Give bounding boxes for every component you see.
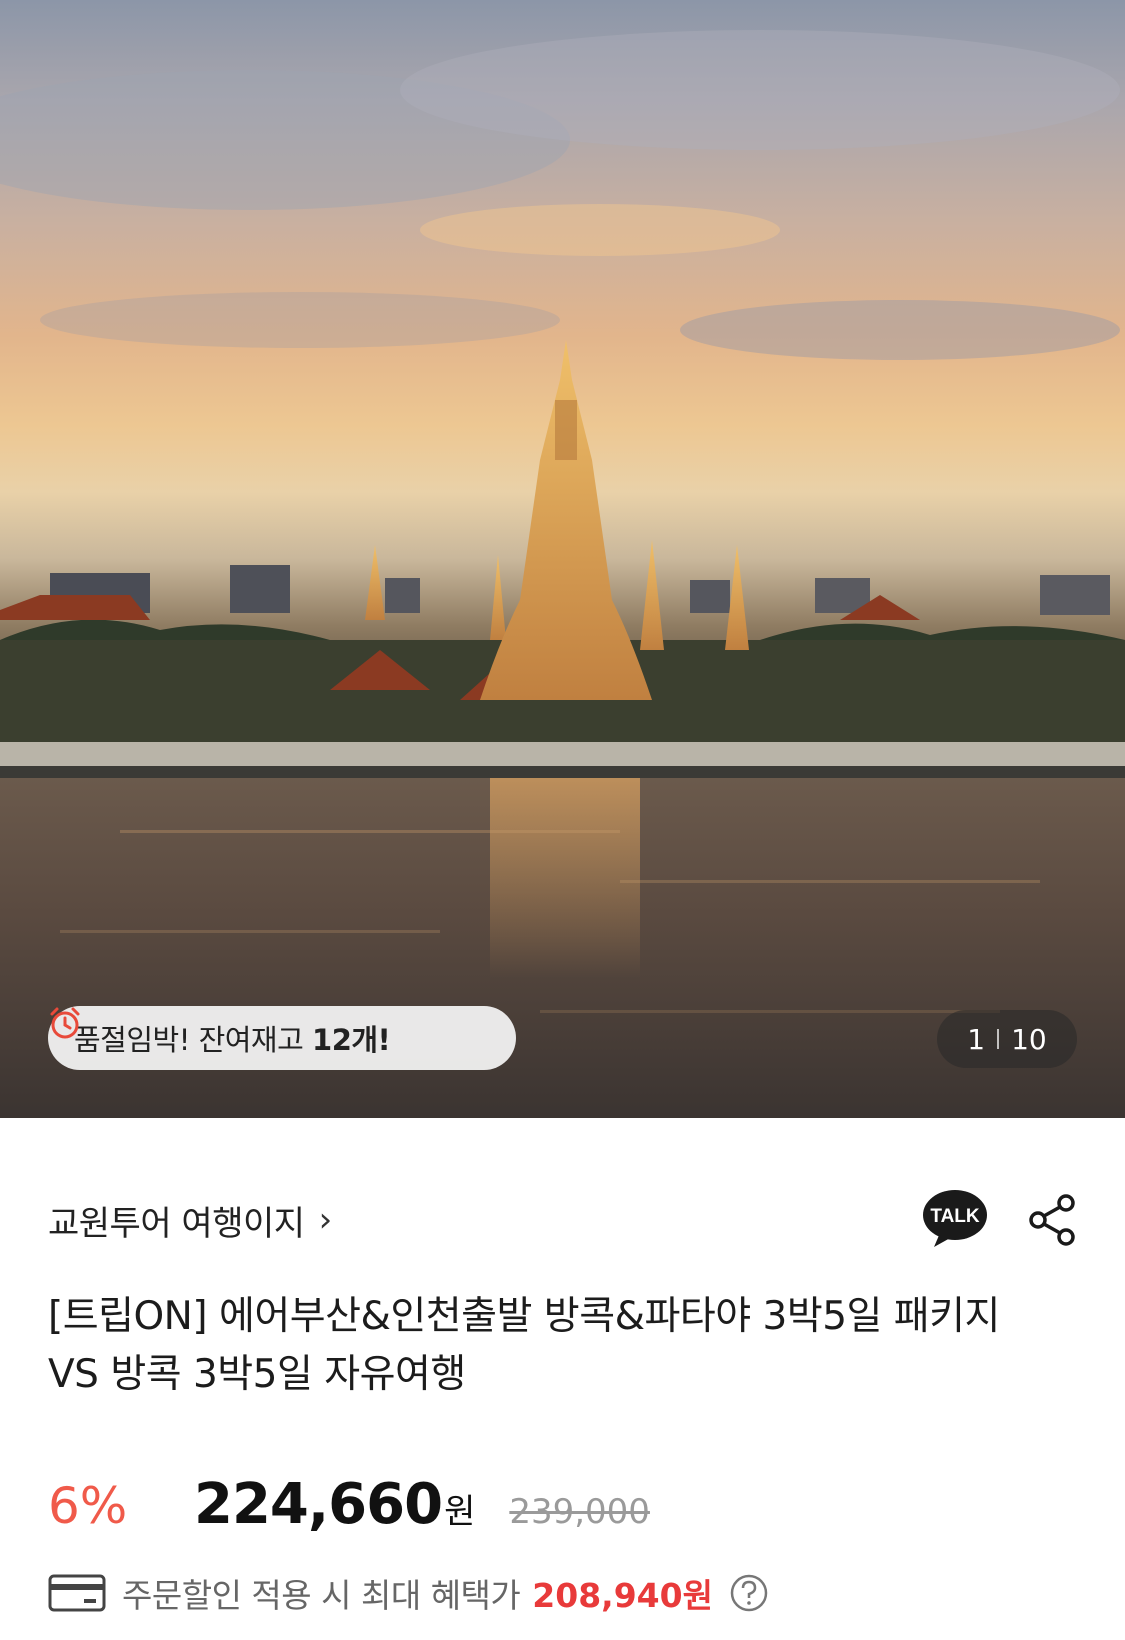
benefit-text: 주문할인 적용 시 최대 혜택가 (122, 1576, 521, 1615)
question-circle-icon[interactable] (729, 1573, 769, 1613)
image-counter: 1 10 (937, 1010, 1077, 1068)
image-counter-total: 10 (1011, 1022, 1047, 1056)
action-buttons: TALK (922, 1189, 1078, 1251)
card-icon (48, 1574, 106, 1612)
stock-warning-text: 품절임박! 잔여재고 12개! (74, 1023, 391, 1057)
seller-name: 교원투어 여행이지 (48, 1203, 305, 1244)
talk-button[interactable]: TALK (922, 1189, 992, 1251)
benefit-row: 주문할인 적용 시 최대 혜택가 208,940원 (48, 1568, 769, 1618)
currency-label: 원 (444, 1492, 476, 1532)
price-row: 6% 224,660 원 239,000 (48, 1472, 650, 1542)
product-hero-image[interactable]: 품절임박! 잔여재고 12개! 1 10 (0, 0, 1125, 1118)
image-counter-divider (997, 1029, 1000, 1049)
temple-illustration (0, 30, 1125, 1118)
discount-rate: 6% (48, 1477, 128, 1535)
sale-price: 224,660 (194, 1472, 443, 1537)
talk-label: TALK (930, 1206, 980, 1227)
seller-row: 교원투어 여행이지 › TALK (48, 1185, 1078, 1255)
product-title: [트립ON] 에어부산&인천출발 방콕&파타야 3박5일 패키지 VS 방콕 3… (48, 1294, 1000, 1397)
seller-link[interactable]: 교원투어 여행이지 › (48, 1196, 332, 1245)
benefit-amount: 208,940원 (532, 1576, 713, 1615)
stock-warning-badge: 품절임박! 잔여재고 12개! (48, 1006, 516, 1070)
share-icon[interactable] (1028, 1193, 1078, 1247)
stock-count: 12개! (312, 1023, 391, 1057)
alarm-clock-icon (50, 1007, 80, 1039)
talk-bubble-icon: TALK (923, 1190, 987, 1247)
original-price: 239,000 (509, 1492, 650, 1532)
image-counter-current: 1 (967, 1022, 986, 1056)
chevron-right-icon: › (318, 1200, 333, 1240)
